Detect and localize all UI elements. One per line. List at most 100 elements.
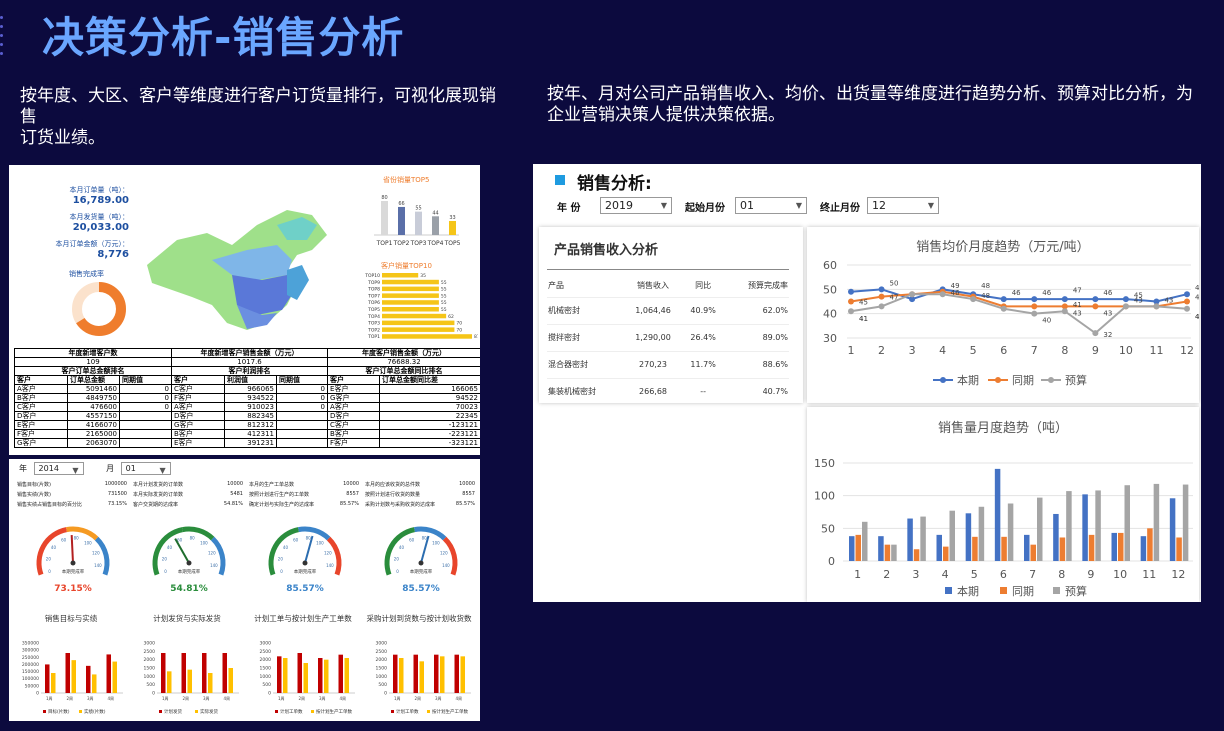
table-header-row: 产品 销售收入 同比 预算完成率 bbox=[547, 275, 789, 297]
gauge-tick-label: 20 bbox=[162, 556, 168, 561]
stat-value: 85.57% bbox=[339, 501, 359, 507]
mini-legend-swatch bbox=[427, 710, 430, 713]
p2-month-select[interactable]: 01 ▼ bbox=[120, 462, 171, 475]
p2-year-select[interactable]: 2014 ▼ bbox=[33, 462, 84, 475]
data-label: 43 bbox=[1073, 309, 1082, 317]
p3-start-value: 01 bbox=[740, 199, 754, 212]
kpi-order-qty-label: 本月订单量（吨）： bbox=[69, 186, 130, 194]
summary-title-1: 年度新增客户数 bbox=[14, 348, 172, 358]
mini-x-tick: 3周 bbox=[319, 695, 326, 701]
bar bbox=[1182, 484, 1189, 561]
stat-value: 54.81% bbox=[223, 501, 243, 507]
rank-header: 客户 bbox=[14, 375, 68, 385]
rank-cell: B客户 bbox=[327, 429, 381, 439]
data-label: 48 bbox=[1195, 284, 1199, 292]
p3-year-select[interactable]: 2019 ▼ bbox=[600, 197, 672, 214]
bar bbox=[1082, 494, 1088, 561]
data-point bbox=[1061, 308, 1068, 315]
mini-x-tick: 1周 bbox=[394, 695, 401, 701]
province-tick-label: TOP1 bbox=[376, 240, 393, 247]
mini-x-tick: 2周 bbox=[182, 695, 189, 701]
gauge-tick-label: 100 bbox=[432, 540, 440, 545]
mini-legend-swatch bbox=[275, 710, 278, 713]
mini-chart-title: 计划发货与实际发货 bbox=[153, 614, 221, 623]
customer-bar-label: 55 bbox=[441, 287, 447, 293]
stat-row: 本月的应该收货的总件数 10000 bbox=[365, 481, 475, 491]
bar bbox=[1169, 498, 1176, 561]
customer-tick-label: TOP8 bbox=[367, 287, 380, 293]
mini-y-tick: 0 bbox=[36, 691, 39, 697]
rank-header-row: 客户 订单总金额 同期值 客户 利润值 同期值 客户 订单总金额同比差 bbox=[14, 375, 480, 385]
gauge-tick-label: 20 bbox=[278, 556, 284, 561]
rank-row: D客户 4557150 D客户 882345 D客户 22345 bbox=[14, 411, 480, 421]
y-tick-label: 0 bbox=[828, 555, 835, 568]
mini-bar-chart: 0 500 1000 1500 2000 2500 3000 1周 2周 3周 4周计划工单数 按计划… bbox=[376, 641, 471, 715]
data-point bbox=[1184, 298, 1190, 305]
p3-start-select[interactable]: 01 ▼ bbox=[735, 197, 807, 214]
stat-label: 按照计划进行收货的数量 bbox=[365, 492, 421, 498]
product-cell: 11.7% bbox=[682, 350, 725, 378]
rank-cell: 0 bbox=[275, 393, 329, 403]
gauge-tick-label: 140 bbox=[442, 563, 450, 568]
stat-value: 10000 bbox=[459, 481, 475, 487]
mini-bar bbox=[161, 653, 166, 693]
stat-group: 本月的应该收货的总件数 10000 按照计划进行收货的数量 8557 采购计划数与采购收… bbox=[365, 481, 475, 511]
table-body: 机械密封 1,064,46 40.9% 62.0% 搅拌密封 1,290,00 26.4% 8… bbox=[547, 296, 789, 405]
data-point bbox=[878, 293, 885, 300]
donut-value: 66% bbox=[91, 306, 107, 314]
data-point bbox=[909, 291, 916, 298]
mini-bar bbox=[434, 654, 439, 693]
rank-title-2: 客户利润排名 bbox=[170, 366, 329, 376]
ranking-tables: 年度新增客户数 年度新增客户销售金额（万元） 年度客户销售金额（万元） 109 … bbox=[14, 348, 480, 448]
summary-value-1: 109 bbox=[14, 357, 172, 367]
customer-bar-label: 55 bbox=[441, 280, 447, 286]
mini-bar bbox=[454, 654, 459, 693]
customer-bar-label: 55 bbox=[441, 300, 447, 306]
kpi-block: 本月订单量（吨）： 16,789.00 本月发货量（吨）： 20,033.00 … bbox=[29, 185, 130, 260]
data-point bbox=[939, 291, 946, 298]
customer-tick-label: TOP1 bbox=[367, 334, 380, 340]
gauge-hub bbox=[418, 560, 424, 566]
y-tick-label: 30 bbox=[823, 332, 837, 345]
side-dots-decoration bbox=[0, 16, 4, 61]
gauge-arc bbox=[94, 536, 110, 576]
bar bbox=[978, 506, 985, 561]
rank-cell: 0 bbox=[275, 384, 329, 394]
rank-cell: 2165000 bbox=[67, 429, 120, 439]
table-divider bbox=[547, 269, 789, 270]
kpi-order-amount-value: 8,776 bbox=[97, 249, 129, 260]
mini-y-tick: 3000 bbox=[144, 641, 156, 647]
bar bbox=[972, 536, 978, 561]
stat-row: 本月计划发货的订单数 10000 bbox=[133, 481, 243, 491]
gauge-tick-label: 60 bbox=[293, 537, 299, 542]
mini-bar bbox=[71, 660, 76, 693]
mini-bar bbox=[45, 664, 50, 693]
stat-label: 采购计划数与采购收货的达成率 bbox=[365, 502, 436, 508]
col-header-yoy: 同比 bbox=[695, 281, 712, 291]
data-point bbox=[1031, 296, 1038, 303]
data-point bbox=[848, 308, 854, 315]
gauge-arc bbox=[442, 536, 458, 576]
mini-x-tick: 4周 bbox=[223, 695, 230, 701]
province-tick-label: TOP4 bbox=[427, 240, 444, 247]
p3-end-value: 12 bbox=[872, 199, 886, 212]
volume-trend-card: 销售量月度趋势（吨） 0 50 100 150 1 2 3 4 5 6 7 8 9 10 11 12 本期 同期预… bbox=[807, 407, 1199, 602]
province-bar bbox=[398, 206, 405, 235]
province-bar-label: 66 bbox=[398, 201, 404, 207]
rank-cell: 910023 bbox=[224, 402, 277, 412]
rank-cell: C客户 bbox=[327, 420, 381, 430]
gauge-tick-label: 60 bbox=[61, 537, 67, 542]
x-tick-label: 6 bbox=[1000, 344, 1007, 357]
bar bbox=[1059, 537, 1066, 561]
mini-y-tick: 1500 bbox=[260, 666, 272, 672]
title-marker-icon bbox=[555, 175, 565, 185]
customer-tick-label: TOP4 bbox=[367, 314, 380, 320]
p3-end-select[interactable]: 12 ▼ bbox=[867, 197, 939, 214]
right-description: 按年、月对公司产品销售收入、均价、出货量等维度进行趋势分析、预算对比分析，为企业… bbox=[547, 84, 1193, 125]
gauge-value: 85.57% bbox=[286, 584, 324, 594]
mini-x-tick: 4周 bbox=[455, 695, 462, 701]
mini-bar bbox=[303, 663, 308, 693]
mini-y-tick: 1000 bbox=[376, 674, 388, 680]
product-row: 机械密封 1,064,46 40.9% 62.0% bbox=[547, 296, 789, 324]
customer-bar-label: 62 bbox=[448, 314, 454, 320]
